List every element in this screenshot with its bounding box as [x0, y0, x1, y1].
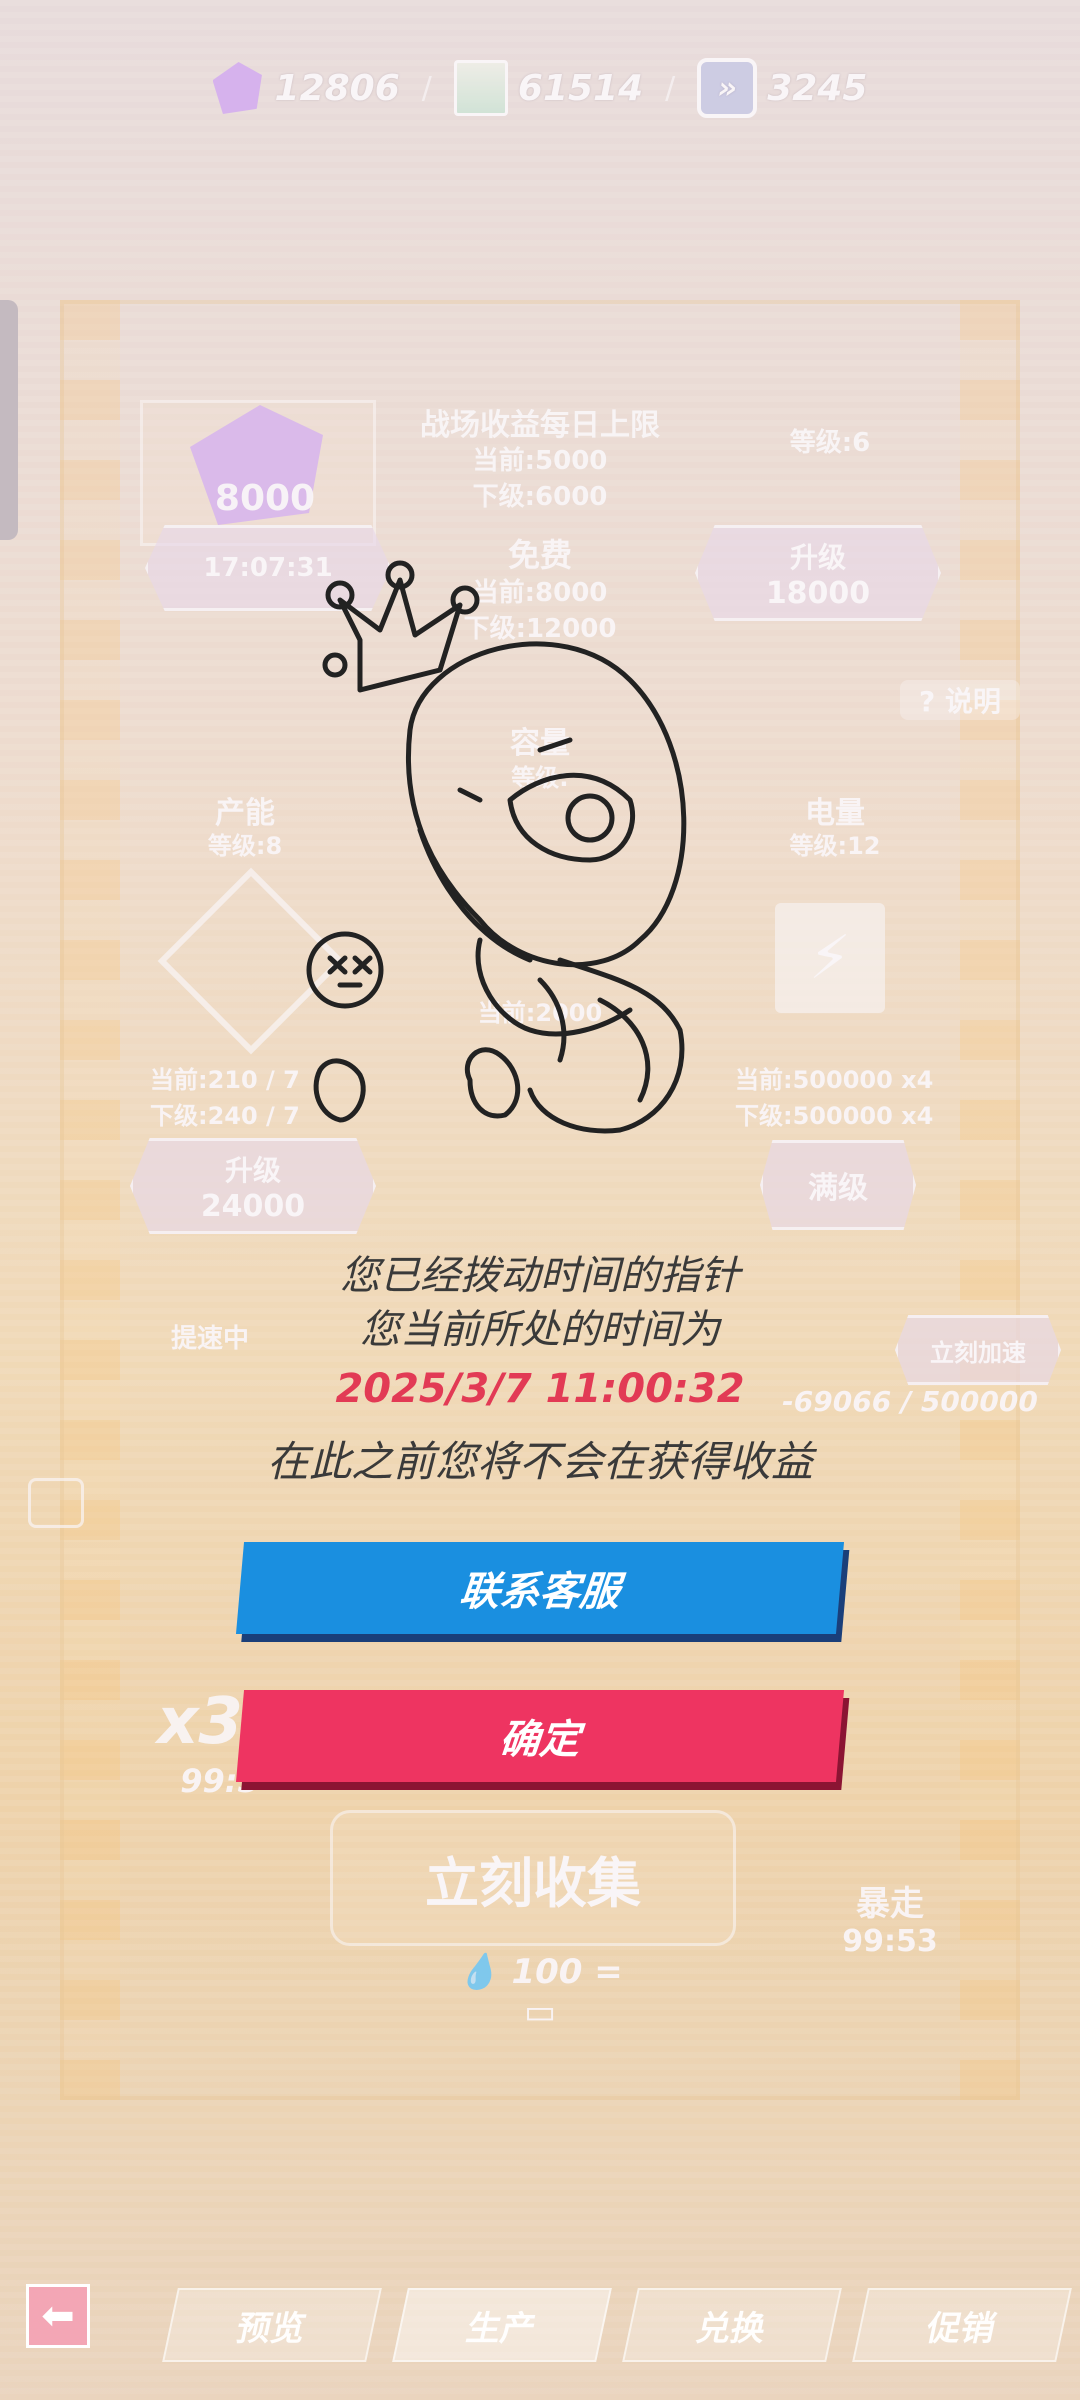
tab-preview[interactable]: 预览: [162, 2288, 382, 2362]
tab-label: 预览: [233, 2308, 310, 2349]
dialog-line-2: 您当前所处的时间为: [360, 1307, 720, 1353]
bottom-nav: 预览 生产 兑换 促销: [0, 2280, 1080, 2370]
confirm-button[interactable]: 确定: [235, 1690, 845, 1782]
skull-mascot-illustration: [306, 560, 687, 1134]
confirm-label: 确定: [497, 1717, 582, 1763]
tab-label: 兑换: [693, 2308, 770, 2349]
tab-promotion[interactable]: 促销: [852, 2288, 1072, 2362]
small-skull: [313, 1058, 366, 1123]
tab-production[interactable]: 生产: [392, 2288, 612, 2362]
tab-exchange[interactable]: 兑换: [622, 2288, 842, 2362]
tab-label: 生产: [463, 2308, 540, 2349]
contact-support-label: 联系客服: [457, 1569, 622, 1615]
contact-support-button[interactable]: 联系客服: [235, 1542, 845, 1634]
skull-head: [406, 641, 687, 968]
dialog-datetime: 2025/3/7 11:00:32: [335, 1366, 745, 1412]
tab-label: 促销: [923, 2308, 1000, 2349]
dialog-line-3: 在此之前您将不会在获得收益: [266, 1437, 813, 1486]
dialog-line-1: 您已经拨动时间的指针: [340, 1253, 740, 1299]
dialog-backdrop: [0, 0, 1080, 2400]
skeleton-hand: [464, 1047, 521, 1119]
